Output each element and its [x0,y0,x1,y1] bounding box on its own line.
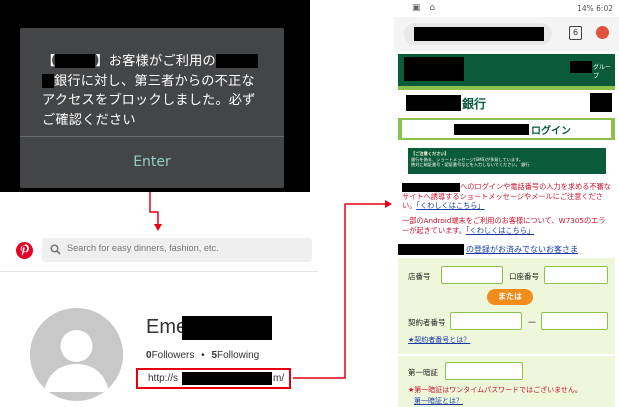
notice-line-2: 絶対に暗証番号・認証番号などを入力しないでください。 [411,162,520,168]
website-suffix: m/ [273,373,285,384]
pinterest-logo-icon[interactable] [16,242,33,259]
alert-line-3: アクセスをブロックしました。必ず [42,93,256,108]
first-pin-input[interactable] [445,362,523,380]
or-separator-badge: または [487,289,533,305]
contract-number-label: 契約者番号 [408,318,446,327]
account-number-label: 口座番号 [509,272,539,281]
notice-line-1: 銀行を偽る、ショートメッセージ(SMS)が多発しています。 [411,156,524,162]
login-heading-band: ログイン [398,118,615,140]
alert-line-1: 】お客様がご利用の [95,54,216,69]
first-pin-help-link[interactable]: 第一暗証とは？ [414,396,463,406]
profile-stats: 0Followers • 5Following [146,350,259,361]
enter-button[interactable]: Enter [20,140,284,184]
avatar[interactable] [30,308,123,401]
alert-line-4: ご確認ください [42,112,136,128]
browser-menu-icon[interactable] [596,26,609,39]
redaction-box [42,73,54,88]
dialog-divider [20,136,284,137]
redaction-box [454,124,529,135]
details-link-1[interactable]: 「くわしくはこちら」 [416,201,484,210]
notice-tail: 銀行 [521,162,530,168]
caution-notice: 【ご注意ください】 銀行を偽る、ショートメッセージ(SMS)が多発しています。 … [408,148,606,174]
arrowhead-right [385,200,392,208]
header-accent-strip [398,86,615,90]
notification-icons: ▣ ⌂ [412,3,439,13]
notice-title: 【ご注意ください】 [411,151,449,156]
redaction-box [182,372,272,385]
default-avatar-icon [44,330,109,392]
redaction-box [398,244,464,255]
pin-form: 第一暗証 ★第一暗証はワンタイムパスワードではございません。 第一暗証とは？ [398,356,615,407]
header-divider [0,271,318,272]
first-pin-note: ★第一暗証はワンタイムパスワードではございません。 [408,386,582,394]
bank-name-bar: 銀行 [398,92,615,116]
bank-header: グループ [398,54,615,86]
search-placeholder: Search for easy dinners, fashion, etc. [67,243,219,253]
redaction-box [402,182,460,192]
redaction-box [590,93,612,112]
contract-number-help-link[interactable]: ★契約者番号とは？ [408,335,470,345]
contract-number-input-2[interactable] [541,312,608,330]
status-bar: ▣ ⌂ 14% 6:02 [394,0,619,17]
arrow-dialog-to-profile [149,192,159,225]
login-heading: ログイン [402,120,611,138]
caution-notice-text: 【ご注意ください】 銀行を偽る、ショートメッセージ(SMS)が多発しています。 … [411,151,603,171]
alert-message: 【 】お客様がご利用の 銀行に対し、第三者からの不正な アクセスをブロックしました… [42,52,278,130]
browser-toolbar: 6 [394,17,619,51]
following-label[interactable]: Following [217,350,259,361]
account-number-input[interactable] [544,266,608,284]
followers-label[interactable]: Followers [152,350,195,361]
redaction-box [406,95,461,111]
contract-number-input-1[interactable] [450,312,522,330]
group-label: グループ [593,64,612,80]
first-pin-label: 第一暗証 [408,368,438,377]
login-label: ログイン [531,126,571,137]
profile-name: Eme [146,316,188,338]
contract-number-dash: － [527,318,537,329]
alert-dialog: 【 】お客様がご利用の 銀行に対し、第三者からの不正な アクセスをブロックしました… [20,28,284,188]
redaction-box [55,54,96,68]
search-bar[interactable]: Search for easy dinners, fashion, etc. [42,238,312,262]
pinterest-profile: Search for easy dinners, fashion, etc. E… [0,228,318,407]
alert-line-2: 銀行に対し、第三者からの不正な [54,73,255,89]
bank-name-suffix: 銀行 [462,97,487,111]
website-prefix: http://s [148,373,179,384]
tab-switcher-button[interactable]: 6 [569,26,582,40]
status-battery-time: 14% 6:02 [577,4,613,13]
profile-website-link[interactable]: http://s m/ [136,368,291,389]
phone-screen: ▣ ⌂ 14% 6:02 6 グループ 銀行 ログイン 【ご注意ください】 銀行… [394,0,619,407]
branch-number-label: 店番号 [408,272,431,281]
registration-link[interactable]: の登録がお済みでないお客さま [466,244,578,255]
android-error-warning: 一部のAndroid端末をご利用のお客様について、W7305のエラーが起きていま… [402,216,612,235]
redaction-box [404,57,464,81]
details-link-2[interactable]: 「くわしくはこちら」 [466,226,534,235]
search-icon [50,244,61,255]
redaction-box [182,316,272,340]
sms-warning: へのログインや電話番号の入力を求める不審なサイトへ誘導するショートメッセージやメ… [402,182,612,211]
alert-bracket: 【 [42,54,56,69]
redaction-box [570,61,592,73]
login-form: 店番号 口座番号 または 契約者番号 － ★契約者番号とは？ [398,258,615,354]
registration-row: の登録がお済みでないお客さま [398,244,615,256]
url-field[interactable] [404,23,552,45]
android-screen: 【 】お客様がご利用の 銀行に対し、第三者からの不正な アクセスをブロックしました… [0,0,310,192]
redaction-box [414,27,544,41]
branch-number-input[interactable] [441,266,503,284]
stats-separator: • [201,350,205,361]
redaction-box [215,54,258,68]
